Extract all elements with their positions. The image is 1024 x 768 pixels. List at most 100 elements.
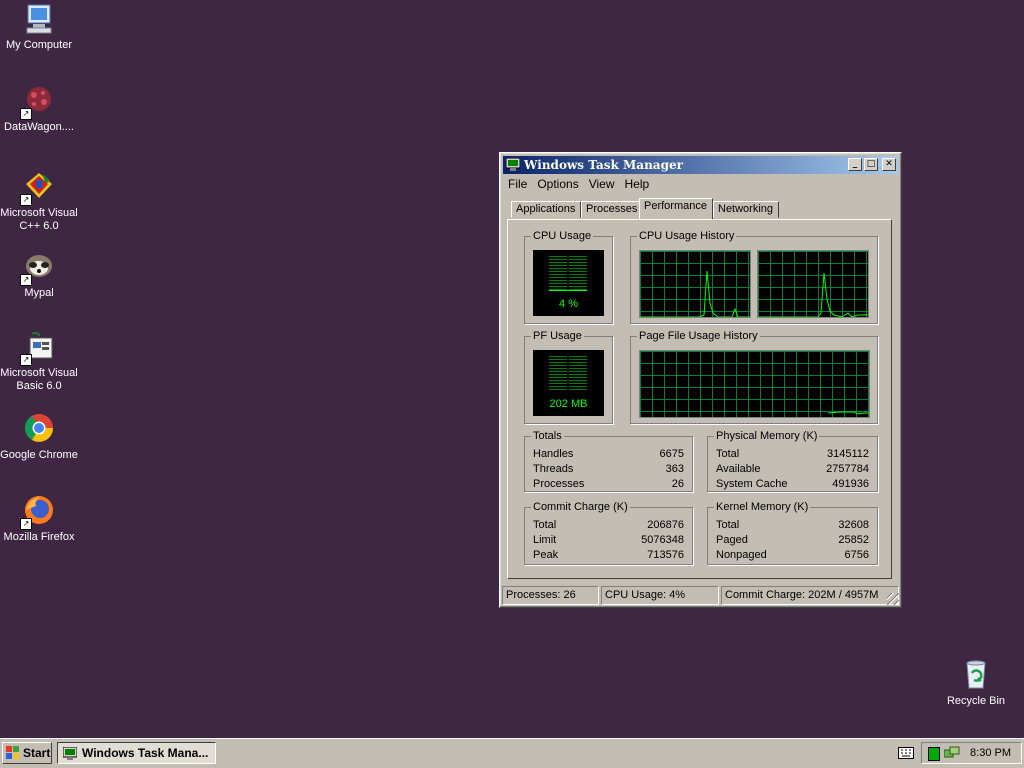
window-title: Windows Task Manager <box>524 158 683 172</box>
cpu-usage-value: 4 % <box>559 298 578 310</box>
stat-row: Limit 5076348 <box>533 533 684 548</box>
group-title: CPU Usage History <box>637 230 737 242</box>
taskbar: Start Windows Task Mana... 8:30 PM <box>0 738 1024 768</box>
stat-label: Total <box>716 519 740 531</box>
desktop-icon-label: Microsoft Visual Basic 6.0 <box>0 367 78 392</box>
visual-cpp-icon: ↗ <box>20 170 56 206</box>
group-title: PF Usage <box>531 330 584 342</box>
stat-value: 2757784 <box>826 463 869 475</box>
group-title: Totals <box>531 430 564 442</box>
stat-label: Processes <box>533 478 585 490</box>
desktop-icon-chrome[interactable]: Google Chrome <box>0 412 80 462</box>
task-manager-window[interactable]: Windows Task Manager _ □ ✕ File Options Vi… <box>499 152 902 608</box>
shortcut-arrow-icon: ↗ <box>20 354 32 366</box>
pf-usage-meter: 202 MB <box>533 350 604 416</box>
meter-bars <box>549 256 587 292</box>
stat-row: Total 206876 <box>533 518 684 533</box>
mypal-icon: ↗ <box>20 250 56 286</box>
tab-performance[interactable]: Performance <box>639 198 713 219</box>
keyboard-icon[interactable] <box>898 747 914 759</box>
stat-value: 363 <box>665 463 684 475</box>
close-button[interactable]: ✕ <box>882 158 896 171</box>
cpu-history-group: CPU Usage History <box>630 230 878 324</box>
desktop-icon-recycle-bin[interactable]: Recycle Bin <box>935 658 1017 708</box>
group-title: Physical Memory (K) <box>714 430 820 442</box>
cpu-history-graph-core-2 <box>757 250 869 318</box>
menu-bar: File Options View Help <box>503 175 898 193</box>
stat-label: Limit <box>533 534 557 546</box>
stat-value: 32608 <box>838 519 869 531</box>
group-title: CPU Usage <box>531 230 594 242</box>
visual-basic-icon: ↗ <box>20 330 56 366</box>
performance-panel: CPU Usage 4 % CPU Usage History PF Usage… <box>507 219 892 579</box>
cpu-usage-meter: 4 % <box>533 250 604 316</box>
status-commit-charge: Commit Charge: 202M / 4957M <box>721 586 899 605</box>
pf-history-group: Page File Usage History <box>630 330 878 424</box>
physical-memory-group: Physical Memory (K) Total 3145112 Availab… <box>707 430 878 492</box>
desktop-icon-my-computer[interactable]: My Computer <box>0 2 80 52</box>
shortcut-arrow-icon: ↗ <box>20 194 32 206</box>
meter-bars <box>549 356 587 392</box>
stat-value: 5076348 <box>641 534 684 546</box>
taskbar-item-label: Windows Task Mana... <box>82 746 209 760</box>
shortcut-arrow-icon: ↗ <box>20 274 32 286</box>
desktop-icon-visual-basic[interactable]: ↗ Microsoft Visual Basic 6.0 <box>0 330 80 393</box>
task-manager-tray-icon[interactable] <box>928 747 940 761</box>
stat-label: Nonpaged <box>716 549 767 561</box>
cpu-usage-group: CPU Usage 4 % <box>524 230 613 324</box>
menu-view[interactable]: View <box>584 175 620 193</box>
resize-grip[interactable] <box>887 593 899 605</box>
desktop-icon-visual-cpp[interactable]: ↗ Microsoft Visual C++ 6.0 <box>0 170 80 233</box>
stat-value: 3145112 <box>826 448 869 460</box>
pf-history-graph <box>639 350 870 418</box>
stat-value: 6675 <box>659 448 684 460</box>
stat-value: 491936 <box>832 478 869 490</box>
maximize-button[interactable]: □ <box>864 158 878 171</box>
shortcut-arrow-icon: ↗ <box>20 108 32 120</box>
minimize-button[interactable]: _ <box>848 158 862 171</box>
desktop-icon-label: DataWagon.... <box>4 121 74 133</box>
kernel-memory-group: Kernel Memory (K) Total 32608 Paged 25852 … <box>707 501 878 565</box>
stat-label: Threads <box>533 463 574 475</box>
tab-processes[interactable]: Processes <box>581 201 641 218</box>
datawagon-icon: ↗ <box>20 84 56 120</box>
stat-row: Processes 26 <box>533 477 684 492</box>
stat-value: 25852 <box>838 534 869 546</box>
desktop-icon-datawagon[interactable]: ↗ DataWagon.... <box>0 84 80 134</box>
taskbar-item-task-manager[interactable]: Windows Task Mana... <box>57 742 216 764</box>
desktop-icon-label: Google Chrome <box>0 449 78 461</box>
desktop-icon-mypal[interactable]: ↗ Mypal <box>0 250 80 300</box>
stat-value: 6756 <box>844 549 869 561</box>
stat-row: Threads 363 <box>533 462 684 477</box>
stat-row: Paged 25852 <box>716 533 869 548</box>
stat-row: Handles 6675 <box>533 447 684 462</box>
stat-label: Available <box>716 463 761 475</box>
stat-label: Total <box>716 448 740 460</box>
network-icon[interactable] <box>943 746 960 763</box>
desktop-icon-label: Recycle Bin <box>946 695 1006 707</box>
tab-networking[interactable]: Networking <box>713 201 779 218</box>
desktop-icon-label: Mypal <box>24 287 54 299</box>
stat-row: Peak 713576 <box>533 548 684 563</box>
group-title: Commit Charge (K) <box>531 501 630 513</box>
start-button[interactable]: Start <box>2 742 52 764</box>
stat-value: 206876 <box>647 519 684 531</box>
meter-fill <box>549 290 587 292</box>
system-tray: 8:30 PM <box>921 742 1022 764</box>
clock[interactable]: 8:30 PM <box>970 743 1011 763</box>
tab-applications[interactable]: Applications <box>511 201 581 218</box>
menu-help[interactable]: Help <box>620 175 655 193</box>
firefox-icon: ↗ <box>20 494 56 530</box>
menu-options[interactable]: Options <box>532 175 583 193</box>
menu-file[interactable]: File <box>503 175 532 193</box>
stat-label: Total <box>533 519 557 531</box>
stat-row: Total 32608 <box>716 518 869 533</box>
desktop-icon-firefox[interactable]: ↗ Mozilla Firefox <box>0 494 80 544</box>
stat-label: Handles <box>533 448 574 460</box>
stat-value: 713576 <box>647 549 684 561</box>
group-title: Kernel Memory (K) <box>714 501 811 513</box>
commit-charge-group: Commit Charge (K) Total 206876 Limit 50763… <box>524 501 693 565</box>
windows-logo-icon <box>6 746 20 760</box>
title-bar[interactable]: Windows Task Manager _ □ ✕ <box>503 156 898 174</box>
start-label: Start <box>23 746 51 760</box>
